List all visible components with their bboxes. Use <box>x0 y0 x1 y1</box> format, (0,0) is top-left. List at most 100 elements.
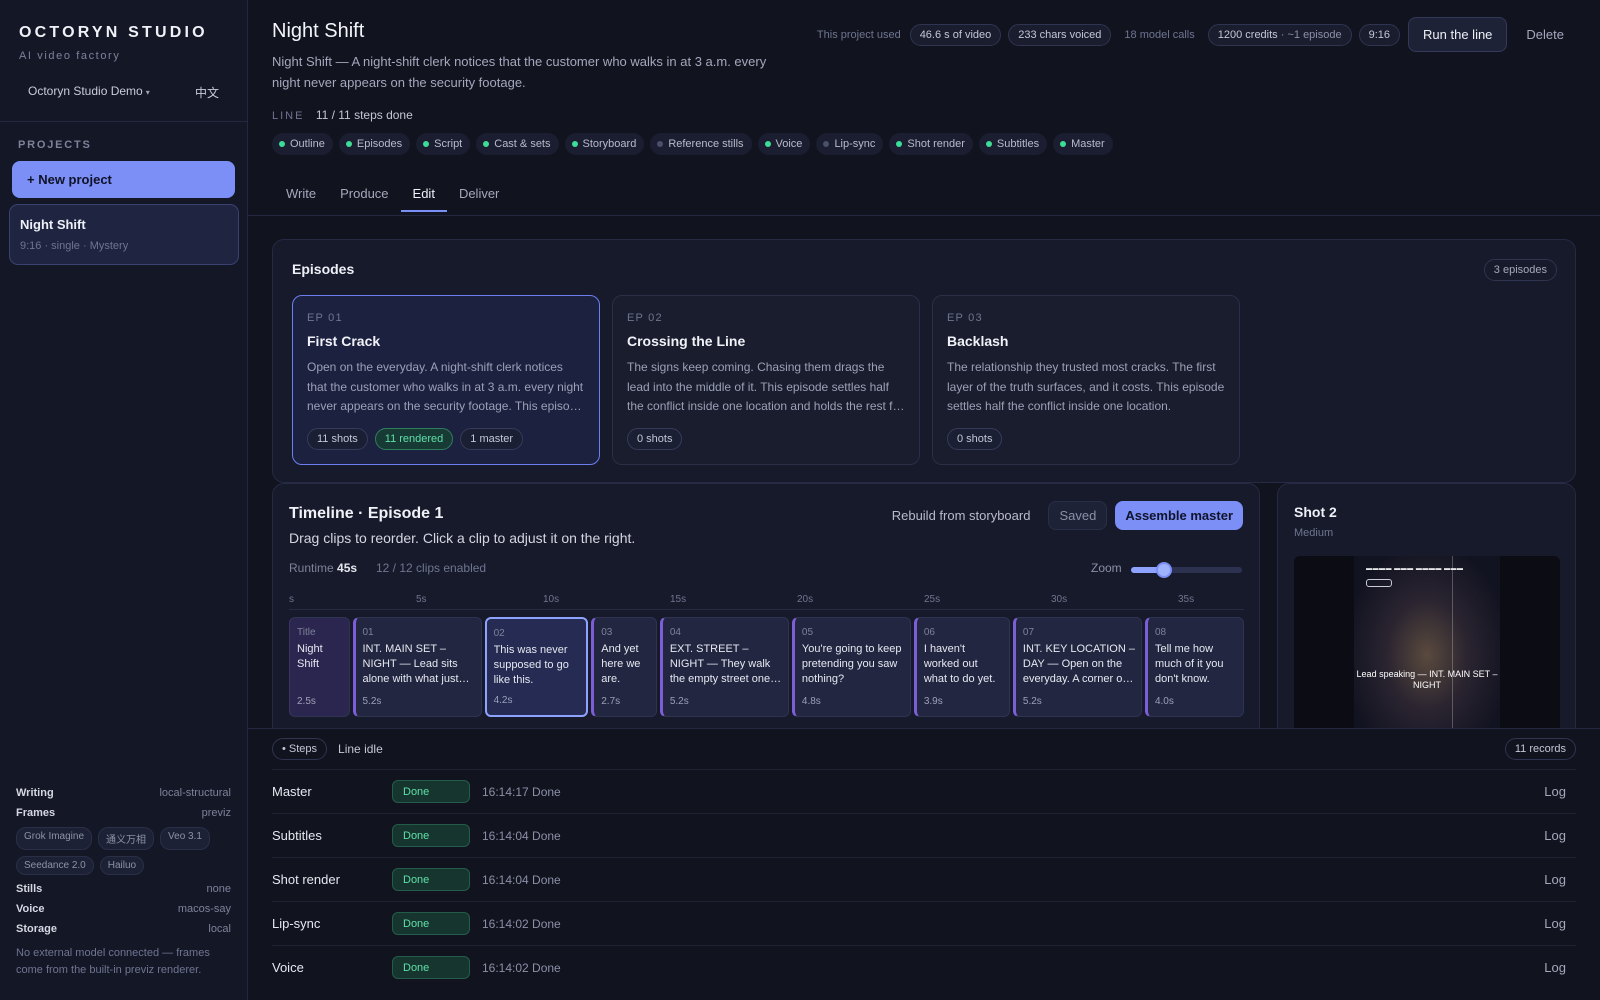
episode-card-3[interactable]: EP 03 Backlash The relationship they tru… <box>932 295 1240 465</box>
tab-deliver[interactable]: Deliver <box>447 186 511 212</box>
timeline-clip[interactable]: 01 INT. MAIN SET – NIGHT — Lead sits alon… <box>352 617 482 717</box>
step-label: Outline <box>290 138 325 150</box>
zoom-slider[interactable] <box>1131 562 1242 578</box>
timeline-clip[interactable]: 03 And yet here we are. 2.7s <box>591 617 657 717</box>
rebuild-button[interactable]: Rebuild from storyboard <box>882 501 1041 530</box>
zoom-slider-thumb[interactable] <box>1156 562 1173 578</box>
runtime: Runtime 45s <box>289 561 357 575</box>
timeline-clip[interactable]: 02 This was never supposed to go like thi… <box>484 617 589 717</box>
assemble-master-button[interactable]: Assemble master <box>1115 501 1243 530</box>
clip-duration: 4.2s <box>493 695 513 706</box>
line-step[interactable]: Episodes <box>338 133 411 155</box>
shot-preview[interactable]: ▬▬▬▬ ▬▬▬ ▬▬▬▬ ▬▬▬ Lead speaking — INT. M… <box>1294 556 1560 728</box>
line-step[interactable]: Script <box>416 133 471 155</box>
episode-description: The signs keep coming. Chasing them drag… <box>627 360 904 413</box>
line-status: Line idle <box>338 742 383 756</box>
title-clip[interactable]: Title Night Shift 2.5s <box>289 617 350 717</box>
log-link[interactable]: Log <box>1544 828 1566 843</box>
run-the-line-button[interactable]: Run the line <box>1408 17 1508 52</box>
step-label: Voice <box>775 138 803 150</box>
line-step[interactable]: Shot render <box>889 133 973 155</box>
ruler-tick-label: 5s <box>416 594 427 605</box>
ruler-tick-label: 15s <box>670 594 687 605</box>
tab-write[interactable]: Write <box>272 186 328 212</box>
log-timestamp: 16:14:02 Done <box>482 916 561 931</box>
setting-value: previz <box>201 807 231 819</box>
usage-stats: This project used 46.6 s of video 233 ch… <box>817 17 1564 52</box>
new-project-button[interactable]: + New project <box>12 161 235 198</box>
step-label: Episodes <box>356 138 403 150</box>
brand-logo: OCTORYN STUDIO <box>19 24 208 41</box>
timeline-clip[interactable]: 05 You're going to keep pretending you sa… <box>791 617 911 717</box>
episode-chips: 0 shots <box>627 428 683 450</box>
episode-description: Open on the everyday. A night-shift cler… <box>307 360 584 413</box>
step-pending-dot-icon <box>823 141 830 147</box>
workspace-switcher[interactable]: Octoryn Studio Demo ▾ <box>28 84 150 98</box>
log-link[interactable]: Log <box>1544 916 1566 931</box>
timeline-clip[interactable]: 07 INT. KEY LOCATION – DAY — Open on the … <box>1012 617 1142 717</box>
line-step[interactable]: Voice <box>757 133 811 155</box>
clip-duration: 2.5s <box>297 696 316 707</box>
clip-text: INT. MAIN SET – NIGHT — Lead sits alone … <box>362 643 459 685</box>
model-chip[interactable]: Hailuo <box>99 856 145 875</box>
clip-number: 06 <box>923 627 935 638</box>
shot-framing: Medium <box>1294 527 1334 539</box>
clip-text: You're going to keep pretending you saw … <box>801 643 902 685</box>
setting-key: Stills <box>16 883 43 895</box>
model-chip[interactable]: 通义万相 <box>98 827 155 850</box>
project-title: Night Shift <box>272 20 365 42</box>
model-chip[interactable]: Grok Imagine <box>16 827 93 850</box>
delete-button[interactable]: Delete <box>1526 27 1564 42</box>
timeline-clip[interactable]: 08 Tell me how much of it you don't know.… <box>1144 617 1244 717</box>
timeline-subtitle: Drag clips to reorder. Click a clip to a… <box>289 530 636 546</box>
timeline-clip[interactable]: 06 I haven't worked out what to do yet. 3.… <box>913 617 1010 717</box>
line-step[interactable]: Master <box>1053 133 1113 155</box>
language-toggle[interactable]: 中文 <box>195 84 219 101</box>
setting-value: local <box>208 923 231 935</box>
log-row: Master Done 16:14:17 Done Log <box>272 769 1576 813</box>
setting-key: Writing <box>16 787 54 799</box>
clip-text: I haven't worked out what to do yet. <box>923 643 996 685</box>
line-step[interactable]: Storyboard <box>564 133 645 155</box>
project-item-night-shift[interactable]: Night Shift 9:16 · single · Mystery <box>9 204 239 265</box>
episode-card-1[interactable]: EP 01 First Crack Open on the everyday. … <box>292 295 600 465</box>
line-step[interactable]: Lip-sync <box>816 133 884 155</box>
workspace-name: Octoryn Studio Demo <box>28 84 143 98</box>
line-step[interactable]: Reference stills <box>650 133 752 155</box>
usage-label: This project used <box>816 28 901 41</box>
ruler-tick-label: 20s <box>797 594 814 605</box>
step-label: Lip-sync <box>834 138 876 150</box>
steps-toggle-button[interactable]: • Steps <box>272 738 328 760</box>
line-step[interactable]: Outline <box>272 133 333 155</box>
log-rows: Master Done 16:14:17 Done Log Subtitles Done 1… <box>272 769 1576 989</box>
step-label: Subtitles <box>996 138 1040 150</box>
line-step[interactable]: Cast & sets <box>476 133 559 155</box>
tab-produce[interactable]: Produce <box>328 186 400 212</box>
frame-model-chips: Grok Imagine 通义万相 Veo 3.1 Seedance 2.0 H… <box>16 827 231 875</box>
zoom-label: Zoom <box>1091 561 1122 575</box>
step-pending-dot-icon <box>657 141 664 147</box>
step-done-dot-icon <box>896 141 903 147</box>
model-chip[interactable]: Seedance 2.0 <box>16 856 94 875</box>
clip-duration: 5.2s <box>669 696 689 707</box>
log-link[interactable]: Log <box>1544 960 1566 975</box>
shots-chip: 0 shots <box>627 428 683 450</box>
episode-card-2[interactable]: EP 02 Crossing the Line The signs keep c… <box>612 295 920 465</box>
log-link[interactable]: Log <box>1544 872 1566 887</box>
clip-text: Tell me how much of it you don't know. <box>1154 643 1224 685</box>
model-chip[interactable]: Veo 3.1 <box>160 827 210 850</box>
tab-edit[interactable]: Edit <box>400 186 447 212</box>
clip-text: INT. KEY LOCATION – DAY — Open on the ev… <box>1022 643 1135 685</box>
step-label: Storyboard <box>582 138 637 150</box>
line-step[interactable]: Subtitles <box>978 133 1048 155</box>
clip-duration: 5.2s <box>1022 696 1042 707</box>
clip-text: Night Shift <box>297 643 323 670</box>
time-ruler: s 5s 10s 15s 20s 25s 30s 35s <box>289 594 1244 610</box>
status-badge: Done <box>392 780 470 803</box>
timeline-clip[interactable]: 04 EXT. STREET – NIGHT — They walk the em… <box>659 617 789 717</box>
log-link[interactable]: Log <box>1544 784 1566 799</box>
saved-button[interactable]: Saved <box>1048 501 1108 530</box>
model-calls: 18 model calls <box>1124 28 1195 41</box>
log-row: Lip-sync Done 16:14:02 Done Log <box>272 901 1576 945</box>
step-done-dot-icon <box>764 141 771 147</box>
